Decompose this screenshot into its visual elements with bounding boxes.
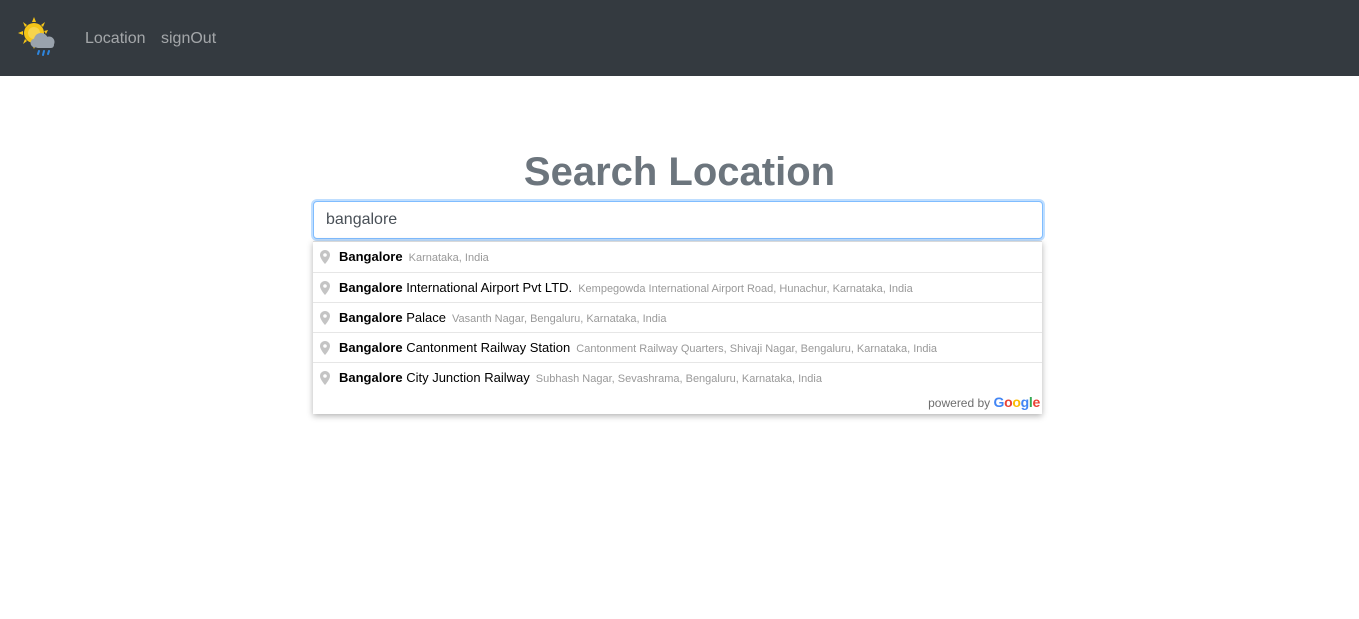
map-marker-icon — [320, 371, 330, 385]
powered-by-footer: powered by Google — [313, 392, 1042, 414]
powered-by-google: powered by Google — [928, 394, 1040, 411]
suggestion-secondary: Kempegowda International Airport Road, H… — [578, 283, 913, 295]
suggestion-rest: Cantonment Railway Station — [402, 340, 571, 355]
suggestion-matched: Bangalore — [339, 280, 403, 295]
map-marker-icon — [320, 281, 330, 295]
suggestion-item[interactable]: Bangalore Palace Vasanth Nagar, Bengalur… — [313, 302, 1042, 332]
suggestion-secondary: Vasanth Nagar, Bengaluru, Karnataka, Ind… — [452, 313, 667, 325]
suggestion-item[interactable]: Bangalore Cantonment Railway Station Can… — [313, 332, 1042, 362]
nav-link-signout[interactable]: signOut — [161, 29, 216, 49]
suggestion-matched: Bangalore — [339, 310, 403, 325]
suggestion-rest: International Airport Pvt LTD. — [402, 280, 573, 295]
suggestion-primary: Bangalore Cantonment Railway Station — [339, 340, 573, 355]
location-search-input[interactable] — [313, 201, 1043, 239]
suggestion-item[interactable]: Bangalore Karnataka, India — [313, 242, 1042, 272]
suggestion-matched: Bangalore — [339, 340, 403, 355]
suggestion-matched: Bangalore — [339, 249, 403, 264]
suggestion-secondary: Cantonment Railway Quarters, Shivaji Nag… — [576, 343, 938, 355]
top-navbar: Location signOut — [0, 0, 1359, 76]
suggestion-matched: Bangalore — [339, 370, 403, 385]
autocomplete-dropdown: Bangalore Karnataka, India Bangalore Int… — [313, 241, 1042, 414]
map-marker-icon — [320, 341, 330, 355]
suggestion-secondary: Karnataka, India — [408, 252, 489, 264]
suggestion-rest: City Junction Railway — [402, 370, 530, 385]
suggestion-primary: Bangalore International Airport Pvt LTD. — [339, 280, 575, 295]
suggestion-item[interactable]: Bangalore International Airport Pvt LTD.… — [313, 272, 1042, 302]
nav-link-location[interactable]: Location — [85, 29, 146, 49]
suggestion-secondary: Subhash Nagar, Sevashrama, Bengaluru, Ka… — [535, 373, 822, 385]
weather-sun-cloud-rain-icon[interactable] — [16, 16, 58, 58]
google-logo: Google — [993, 394, 1041, 410]
suggestion-primary: Bangalore Palace — [339, 310, 449, 325]
suggestion-primary: Bangalore City Junction Railway — [339, 370, 533, 385]
powered-by-text: powered by — [928, 396, 991, 410]
map-marker-icon — [320, 311, 330, 325]
page-title: Search Location — [523, 150, 836, 194]
suggestion-rest: Palace — [402, 310, 446, 325]
suggestion-item[interactable]: Bangalore City Junction Railway Subhash … — [313, 362, 1042, 392]
suggestion-primary: Bangalore — [339, 249, 406, 264]
map-marker-icon — [320, 250, 330, 264]
